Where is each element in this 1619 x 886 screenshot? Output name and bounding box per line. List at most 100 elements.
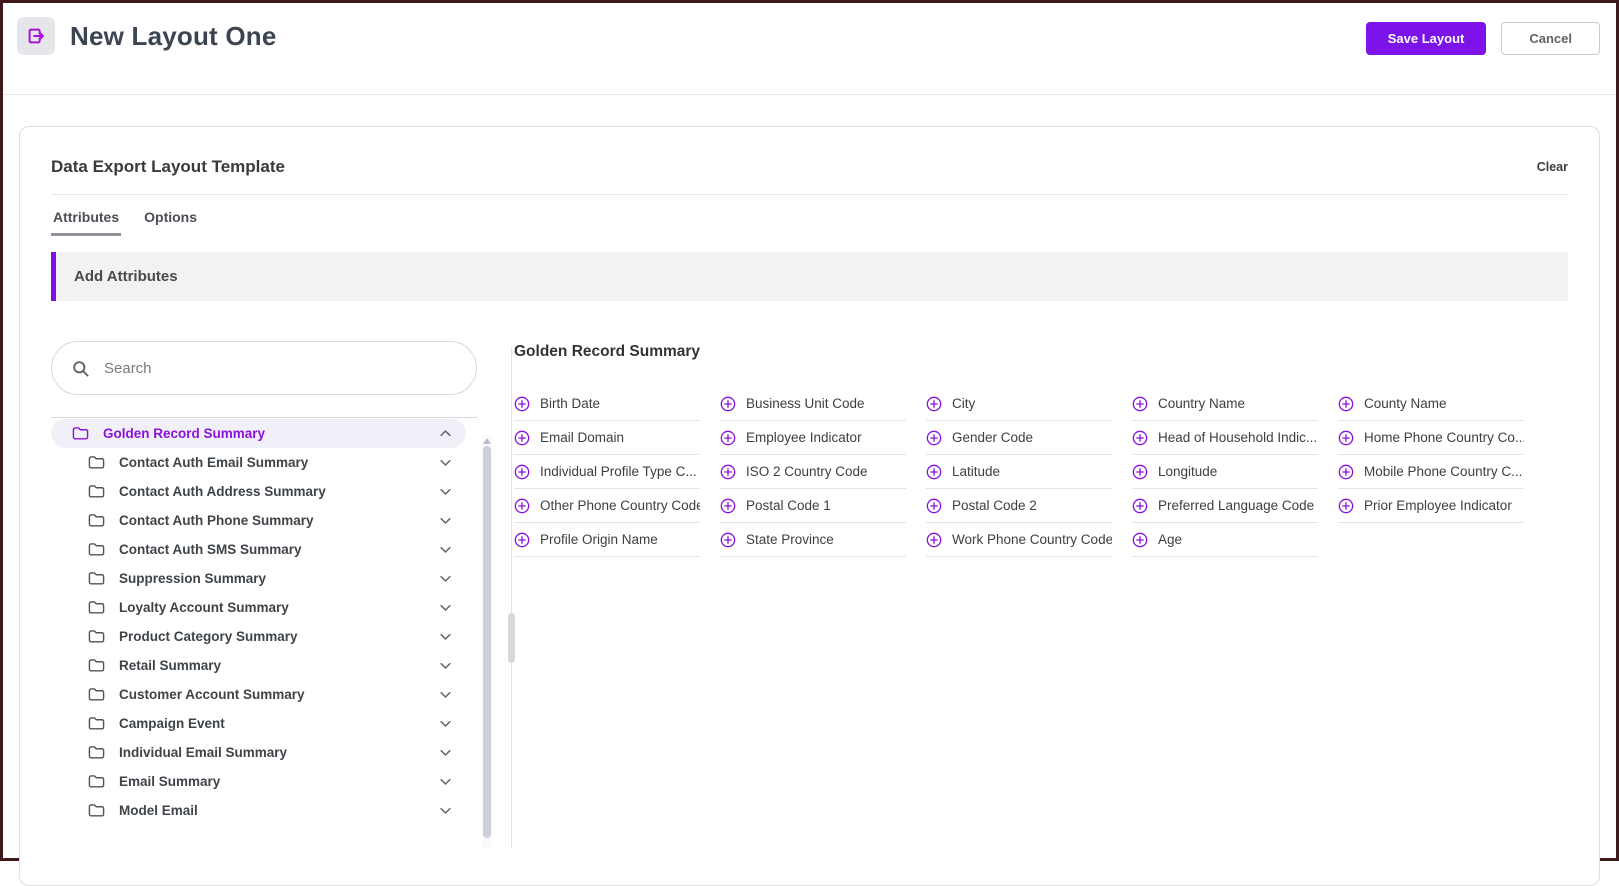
page-title: New Layout One <box>70 21 277 52</box>
attribute-item[interactable]: Other Phone Country Code <box>514 489 700 523</box>
plus-circle-icon[interactable] <box>720 498 736 514</box>
scrollbar-up-arrow-icon[interactable] <box>483 438 491 444</box>
chevron-down-icon[interactable] <box>438 484 453 499</box>
attribute-item[interactable]: Employee Indicator <box>720 421 906 455</box>
plus-circle-icon[interactable] <box>720 396 736 412</box>
plus-circle-icon[interactable] <box>720 430 736 446</box>
attribute-label: Longitude <box>1158 464 1217 479</box>
plus-circle-icon[interactable] <box>1132 396 1148 412</box>
panel-scrollbar-thumb[interactable] <box>508 613 515 663</box>
chevron-down-icon[interactable] <box>438 571 453 586</box>
attribute-item[interactable]: Individual Profile Type C... <box>514 455 700 489</box>
chevron-down-icon[interactable] <box>438 455 453 470</box>
attribute-label: Age <box>1158 532 1182 547</box>
chevron-down-icon[interactable] <box>438 774 453 789</box>
chevron-down-icon[interactable] <box>438 658 453 673</box>
chevron-down-icon[interactable] <box>438 629 453 644</box>
tree-scrollbar[interactable] <box>482 436 492 848</box>
search-box[interactable] <box>51 341 477 395</box>
tree-item[interactable]: Contact Auth Phone Summary <box>51 506 466 535</box>
tree-item[interactable]: Contact Auth SMS Summary <box>51 535 466 564</box>
attribute-item[interactable]: Longitude <box>1132 455 1318 489</box>
tab[interactable]: Options <box>142 209 199 236</box>
tree-item-label: Product Category Summary <box>119 629 438 644</box>
attribute-item[interactable]: Age <box>1132 523 1318 557</box>
attribute-item[interactable]: Birth Date <box>514 387 700 421</box>
cancel-button[interactable]: Cancel <box>1501 22 1600 55</box>
search-input[interactable] <box>104 360 457 377</box>
tree-item[interactable]: Golden Record Summary <box>51 419 466 448</box>
attribute-item[interactable]: State Province <box>720 523 906 557</box>
tree-item[interactable]: Individual Email Summary <box>51 738 466 767</box>
tree-item[interactable]: Retail Summary <box>51 651 466 680</box>
plus-circle-icon[interactable] <box>1338 498 1354 514</box>
plus-circle-icon[interactable] <box>926 532 942 548</box>
attribute-item[interactable]: City <box>926 387 1112 421</box>
folder-icon <box>88 484 105 499</box>
plus-circle-icon[interactable] <box>720 532 736 548</box>
tree-item-label: Loyalty Account Summary <box>119 600 438 615</box>
plus-circle-icon[interactable] <box>926 464 942 480</box>
plus-circle-icon[interactable] <box>1132 430 1148 446</box>
attribute-item[interactable]: Country Name <box>1132 387 1318 421</box>
tree-item[interactable]: Campaign Event <box>51 709 466 738</box>
tree-item[interactable]: Suppression Summary <box>51 564 466 593</box>
attribute-item[interactable]: Gender Code <box>926 421 1112 455</box>
attribute-item[interactable]: Postal Code 1 <box>720 489 906 523</box>
chevron-down-icon[interactable] <box>438 542 453 557</box>
plus-circle-icon[interactable] <box>1338 430 1354 446</box>
plus-circle-icon[interactable] <box>514 396 530 412</box>
plus-circle-icon[interactable] <box>720 464 736 480</box>
plus-circle-icon[interactable] <box>1132 464 1148 480</box>
chevron-down-icon[interactable] <box>438 600 453 615</box>
attribute-item[interactable]: Prior Employee Indicator <box>1338 489 1524 523</box>
tree-item[interactable]: Product Category Summary <box>51 622 466 651</box>
chevron-down-icon[interactable] <box>438 513 453 528</box>
chevron-down-icon[interactable] <box>438 745 453 760</box>
chevron-down-icon[interactable] <box>438 426 453 441</box>
tree-item-label: Retail Summary <box>119 658 438 673</box>
tree-item[interactable]: Email Summary <box>51 767 466 796</box>
attribute-item[interactable]: Postal Code 2 <box>926 489 1112 523</box>
attribute-item[interactable]: Work Phone Country Code <box>926 523 1112 557</box>
plus-circle-icon[interactable] <box>926 430 942 446</box>
plus-circle-icon[interactable] <box>926 498 942 514</box>
attribute-item[interactable]: Email Domain <box>514 421 700 455</box>
plus-circle-icon[interactable] <box>1132 498 1148 514</box>
plus-circle-icon[interactable] <box>926 396 942 412</box>
add-attributes-section-header: Add Attributes <box>51 252 1568 301</box>
tree-item[interactable]: Contact Auth Address Summary <box>51 477 466 506</box>
scrollbar-thumb[interactable] <box>483 446 491 838</box>
attribute-item[interactable]: Home Phone Country Co... <box>1338 421 1524 455</box>
attribute-label: State Province <box>746 532 834 547</box>
tree-item[interactable]: Customer Account Summary <box>51 680 466 709</box>
tree-item-label: Suppression Summary <box>119 571 438 586</box>
tree-item[interactable]: Contact Auth Email Summary <box>51 448 466 477</box>
plus-circle-icon[interactable] <box>514 498 530 514</box>
attribute-item[interactable]: Head of Household Indic... <box>1132 421 1318 455</box>
save-layout-button[interactable]: Save Layout <box>1366 22 1487 55</box>
attribute-item[interactable]: Latitude <box>926 455 1112 489</box>
attribute-item[interactable]: Profile Origin Name <box>514 523 700 557</box>
plus-circle-icon[interactable] <box>1338 396 1354 412</box>
attribute-item[interactable]: Preferred Language Code <box>1132 489 1318 523</box>
plus-circle-icon[interactable] <box>1132 532 1148 548</box>
tree-item[interactable]: Loyalty Account Summary <box>51 593 466 622</box>
attribute-item[interactable]: County Name <box>1338 387 1524 421</box>
plus-circle-icon[interactable] <box>514 532 530 548</box>
chevron-down-icon[interactable] <box>438 687 453 702</box>
clear-button[interactable]: Clear <box>1537 160 1568 174</box>
tree-item-label: Golden Record Summary <box>103 426 438 441</box>
plus-circle-icon[interactable] <box>1338 464 1354 480</box>
attribute-item[interactable]: Mobile Phone Country C... <box>1338 455 1524 489</box>
chevron-down-icon[interactable] <box>438 803 453 818</box>
chevron-down-icon[interactable] <box>438 716 453 731</box>
attribute-item[interactable]: Business Unit Code <box>720 387 906 421</box>
tab[interactable]: Attributes <box>51 209 121 236</box>
attribute-item[interactable]: ISO 2 Country Code <box>720 455 906 489</box>
plus-circle-icon[interactable] <box>514 464 530 480</box>
plus-circle-icon[interactable] <box>514 430 530 446</box>
attribute-label: Birth Date <box>540 396 600 411</box>
tree-item[interactable]: Model Email <box>51 796 466 825</box>
attribute-group-title: Golden Record Summary <box>514 343 1568 361</box>
